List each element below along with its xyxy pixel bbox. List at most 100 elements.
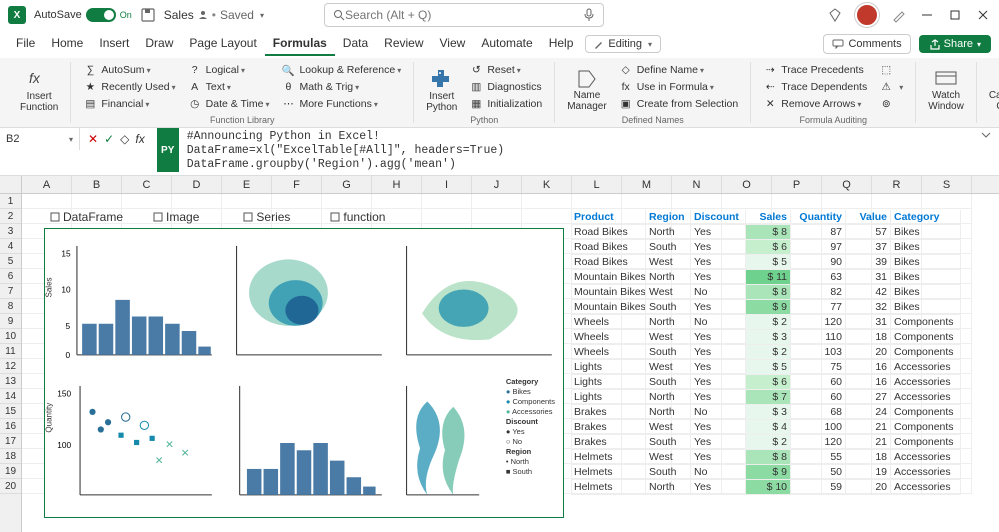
menu-automate[interactable]: Automate [473, 32, 540, 56]
table-cell[interactable]: North [646, 405, 691, 420]
table-cell[interactable]: $ 6 [746, 375, 791, 390]
create-from-selection-button[interactable]: ▣Create from Selection [615, 96, 743, 112]
col-header-J[interactable]: J [472, 176, 522, 193]
minimize-button[interactable] [919, 7, 935, 23]
table-cell[interactable]: Brakes [571, 420, 646, 435]
row-header-6[interactable]: 6 [0, 269, 21, 284]
table-cell[interactable]: Wheels [571, 345, 646, 360]
row-header-17[interactable]: 17 [0, 434, 21, 449]
menu-page-layout[interactable]: Page Layout [181, 32, 264, 56]
col-header-P[interactable]: P [772, 176, 822, 193]
close-button[interactable] [975, 7, 991, 23]
table-cell[interactable]: Yes [691, 450, 746, 465]
col-header-O[interactable]: O [722, 176, 772, 193]
table-cell[interactable]: 55 [791, 450, 846, 465]
table-cell[interactable]: Road Bikes [571, 225, 646, 240]
menu-file[interactable]: File [8, 32, 43, 56]
table-cell[interactable]: Bikes [891, 255, 961, 270]
table-cell[interactable]: West [646, 255, 691, 270]
table-cell[interactable]: Helmets [571, 465, 646, 480]
lookup-reference-button[interactable]: 🔍Lookup & Reference▾ [277, 62, 405, 78]
table-cell[interactable]: 31 [846, 270, 891, 285]
table-cell[interactable]: Lights [571, 390, 646, 405]
col-header-M[interactable]: M [622, 176, 672, 193]
insert-function-button[interactable]: fx Insert Function [16, 62, 62, 118]
table-cell[interactable]: 42 [846, 285, 891, 300]
row-header-2[interactable]: 2 [0, 209, 21, 224]
table-cell[interactable]: Brakes [571, 435, 646, 450]
table-cell[interactable]: Yes [691, 435, 746, 450]
table-cell[interactable]: 24 [846, 405, 891, 420]
table-cell[interactable]: $ 2 [746, 315, 791, 330]
microphone-icon[interactable] [583, 8, 595, 22]
table-cell[interactable]: 21 [846, 435, 891, 450]
menu-review[interactable]: Review [376, 32, 431, 56]
comments-button[interactable]: Comments [823, 34, 910, 54]
table-cell[interactable]: $ 3 [746, 330, 791, 345]
table-cell[interactable]: 63 [791, 270, 846, 285]
table-cell[interactable]: North [646, 480, 691, 495]
table-cell[interactable]: 31 [846, 315, 891, 330]
table-cell[interactable]: No [691, 465, 746, 480]
row-header-13[interactable]: 13 [0, 374, 21, 389]
autosave-toggle[interactable]: AutoSave On [34, 8, 132, 22]
menu-help[interactable]: Help [541, 32, 582, 56]
table-cell[interactable]: Yes [691, 375, 746, 390]
menu-formulas[interactable]: Formulas [265, 32, 335, 56]
date-time-button[interactable]: ◷Date & Time▾ [184, 96, 274, 112]
table-cell[interactable]: North [646, 315, 691, 330]
table-cell[interactable]: Mountain Bikes [571, 300, 646, 315]
table-cell[interactable]: Accessories [891, 450, 961, 465]
col-header-C[interactable]: C [122, 176, 172, 193]
table-cell[interactable]: 120 [791, 315, 846, 330]
financial-button[interactable]: ▤Financial▾ [79, 96, 179, 112]
row-header-8[interactable]: 8 [0, 299, 21, 314]
table-cell[interactable]: West [646, 360, 691, 375]
table-cell[interactable]: 57 [846, 225, 891, 240]
reset-button[interactable]: ↺Reset▾ [465, 62, 546, 78]
table-cell[interactable]: Mountain Bikes [571, 270, 646, 285]
table-cell[interactable]: North [646, 270, 691, 285]
table-cell[interactable]: Road Bikes [571, 255, 646, 270]
table-cell[interactable]: Yes [691, 345, 746, 360]
menu-view[interactable]: View [432, 32, 474, 56]
table-cell[interactable]: Components [891, 435, 961, 450]
table-cell[interactable]: $ 4 [746, 420, 791, 435]
trace-precedents-button[interactable]: ⇢Trace Precedents [759, 62, 871, 78]
row-header-3[interactable]: 3 [0, 224, 21, 239]
row-header-4[interactable]: 4 [0, 239, 21, 254]
autosum-button[interactable]: ∑AutoSum▾ [79, 62, 179, 78]
toggle-switch[interactable] [86, 8, 116, 22]
table-cell[interactable]: Bikes [891, 270, 961, 285]
table-cell[interactable]: Yes [691, 360, 746, 375]
table-cell[interactable]: No [691, 285, 746, 300]
table-cell[interactable]: 20 [846, 345, 891, 360]
menu-data[interactable]: Data [335, 32, 376, 56]
table-cell[interactable]: West [646, 285, 691, 300]
col-header-H[interactable]: H [372, 176, 422, 193]
cancel-icon[interactable]: ✕ [88, 132, 98, 146]
error-checking-button[interactable]: ⚠▾ [875, 79, 907, 95]
row-header-20[interactable]: 20 [0, 479, 21, 494]
row-header-5[interactable]: 5 [0, 254, 21, 269]
table-cell[interactable]: Accessories [891, 465, 961, 480]
table-cell[interactable]: 60 [791, 375, 846, 390]
table-cell[interactable]: 103 [791, 345, 846, 360]
table-cell[interactable]: Helmets [571, 480, 646, 495]
row-header-11[interactable]: 11 [0, 344, 21, 359]
col-header-R[interactable]: R [872, 176, 922, 193]
pen-icon[interactable] [891, 7, 907, 23]
maximize-button[interactable] [947, 7, 963, 23]
row-header-19[interactable]: 19 [0, 464, 21, 479]
table-cell[interactable]: Accessories [891, 390, 961, 405]
table-cell[interactable]: $ 5 [746, 360, 791, 375]
grid-body[interactable]: DataFrame Image Series function Sales 15… [22, 194, 999, 532]
table-cell[interactable]: $ 10 [746, 480, 791, 495]
col-header-A[interactable]: A [22, 176, 72, 193]
table-cell[interactable]: $ 7 [746, 390, 791, 405]
table-cell[interactable]: Yes [691, 300, 746, 315]
table-cell[interactable]: Wheels [571, 315, 646, 330]
table-cell[interactable]: 16 [846, 360, 891, 375]
calculation-options-button[interactable]: Calculation Options [985, 62, 999, 118]
table-cell[interactable]: Yes [691, 330, 746, 345]
